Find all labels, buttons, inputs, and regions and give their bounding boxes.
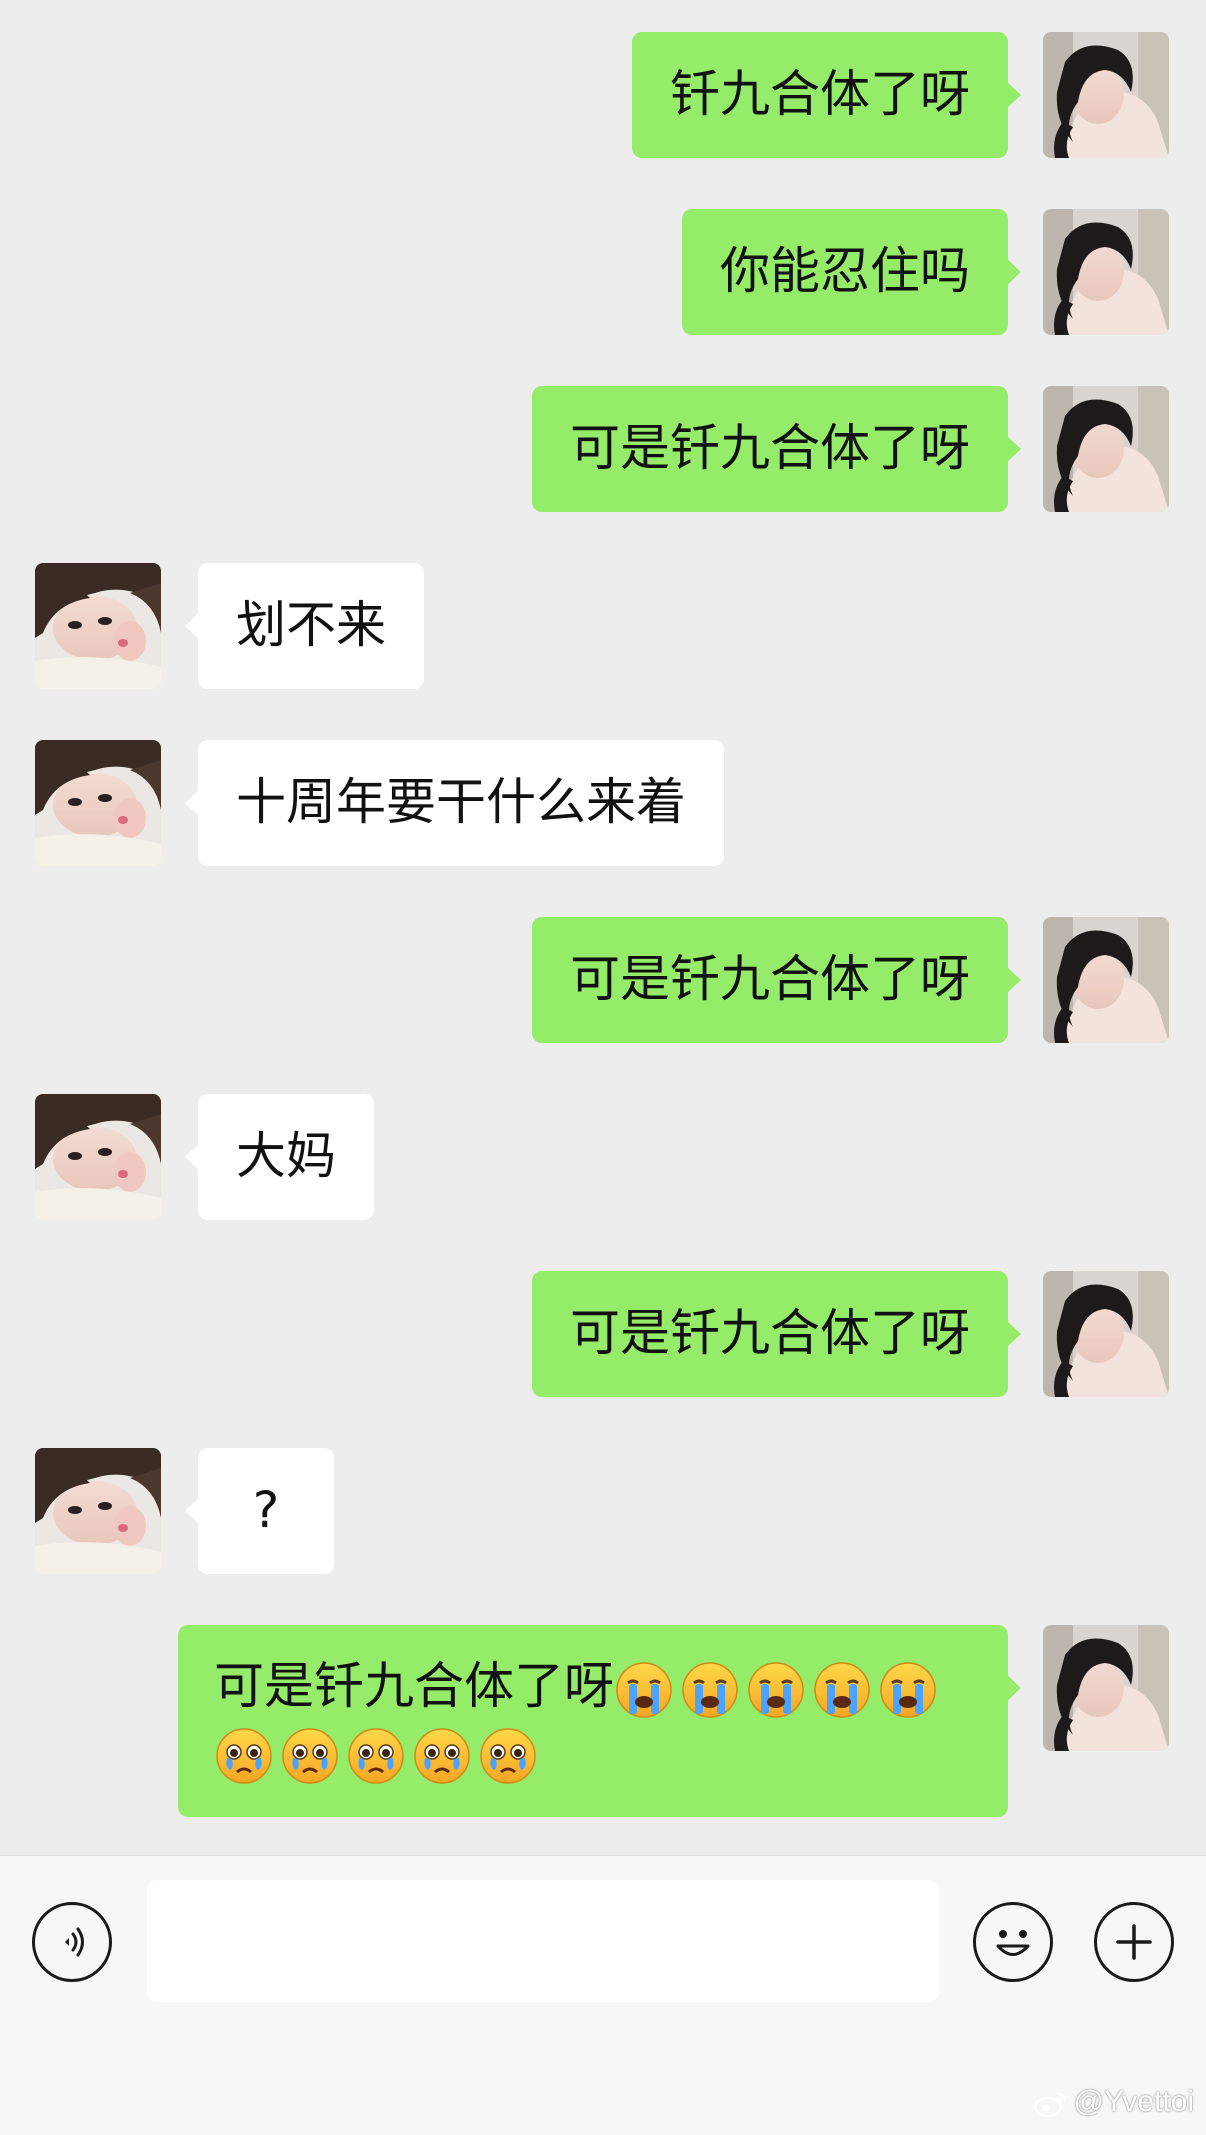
message-row: 可是钎九合体了呀 [0,386,1206,512]
chat-area[interactable]: 钎九合体了呀 你能忍住吗 可是钎九合体了呀 划不来 十周年要干什么来着 可是钎九… [0,0,1206,1855]
my-message-bubble[interactable]: 可是钎九合体了呀 [532,1271,1021,1397]
message-row: 钎九合体了呀 [0,32,1206,158]
contact-avatar[interactable] [35,740,161,866]
pleading-crying-emoji [214,1726,274,1786]
contact-message-bubble[interactable]: ? [185,1448,334,1574]
message-input[interactable] [147,1880,939,2002]
contact-avatar[interactable] [35,563,161,689]
contact-message-bubble[interactable]: 大妈 [185,1094,374,1220]
loudly-crying-emoji [614,1660,674,1720]
contact-message-bubble[interactable]: 十周年要干什么来着 [185,740,724,866]
pleading-crying-emoji [280,1726,340,1786]
loudly-crying-emoji [746,1660,806,1720]
message-row: 大妈 [0,1094,1206,1220]
input-toolbar: @Yvettoi [0,1855,1206,2135]
loudly-crying-emoji [878,1660,938,1720]
loudly-crying-emoji [812,1660,872,1720]
my-avatar[interactable] [1043,1625,1169,1751]
weibo-logo-icon [1034,2092,1067,2118]
plus-icon [1116,1924,1152,1960]
more-options-button[interactable] [1094,1902,1174,1982]
my-message-bubble[interactable]: 可是钎九合体了呀 [178,1625,1021,1817]
contact-avatar[interactable] [35,1448,161,1574]
message-row: 可是钎九合体了呀 [0,1625,1206,1817]
message-row: 十周年要干什么来着 [0,740,1206,866]
my-avatar[interactable] [1043,209,1169,335]
my-message-bubble[interactable]: 你能忍住吗 [682,209,1021,335]
my-message-bubble[interactable]: 钎九合体了呀 [632,32,1021,158]
my-avatar[interactable] [1043,1271,1169,1397]
voice-icon [65,1927,84,1957]
smiley-icon [996,1930,1030,1956]
message-row: 可是钎九合体了呀 [0,1271,1206,1397]
voice-button[interactable] [32,1902,112,1982]
emoji-button[interactable] [973,1902,1053,1982]
message-row: 你能忍住吗 [0,209,1206,335]
my-avatar[interactable] [1043,917,1169,1043]
message-row: 可是钎九合体了呀 [0,917,1206,1043]
pleading-crying-emoji [346,1726,406,1786]
message-text-line: 可是钎九合体了呀 [214,1653,972,1719]
watermark-text: @Yvettoi [1073,2085,1194,2118]
emoji-line [214,1719,972,1785]
my-message-bubble[interactable]: 可是钎九合体了呀 [532,917,1021,1043]
message-row: ? [0,1448,1206,1574]
pleading-crying-emoji [478,1726,538,1786]
loudly-crying-emoji [680,1660,740,1720]
my-message-bubble[interactable]: 可是钎九合体了呀 [532,386,1021,512]
watermark: @Yvettoi [1033,2085,1194,2119]
my-avatar[interactable] [1043,386,1169,512]
contact-avatar[interactable] [35,1094,161,1220]
pleading-crying-emoji [412,1726,472,1786]
contact-message-bubble[interactable]: 划不来 [185,563,424,689]
my-avatar[interactable] [1043,32,1169,158]
message-text: 可是钎九合体了呀 [214,1657,614,1715]
message-row: 划不来 [0,563,1206,689]
